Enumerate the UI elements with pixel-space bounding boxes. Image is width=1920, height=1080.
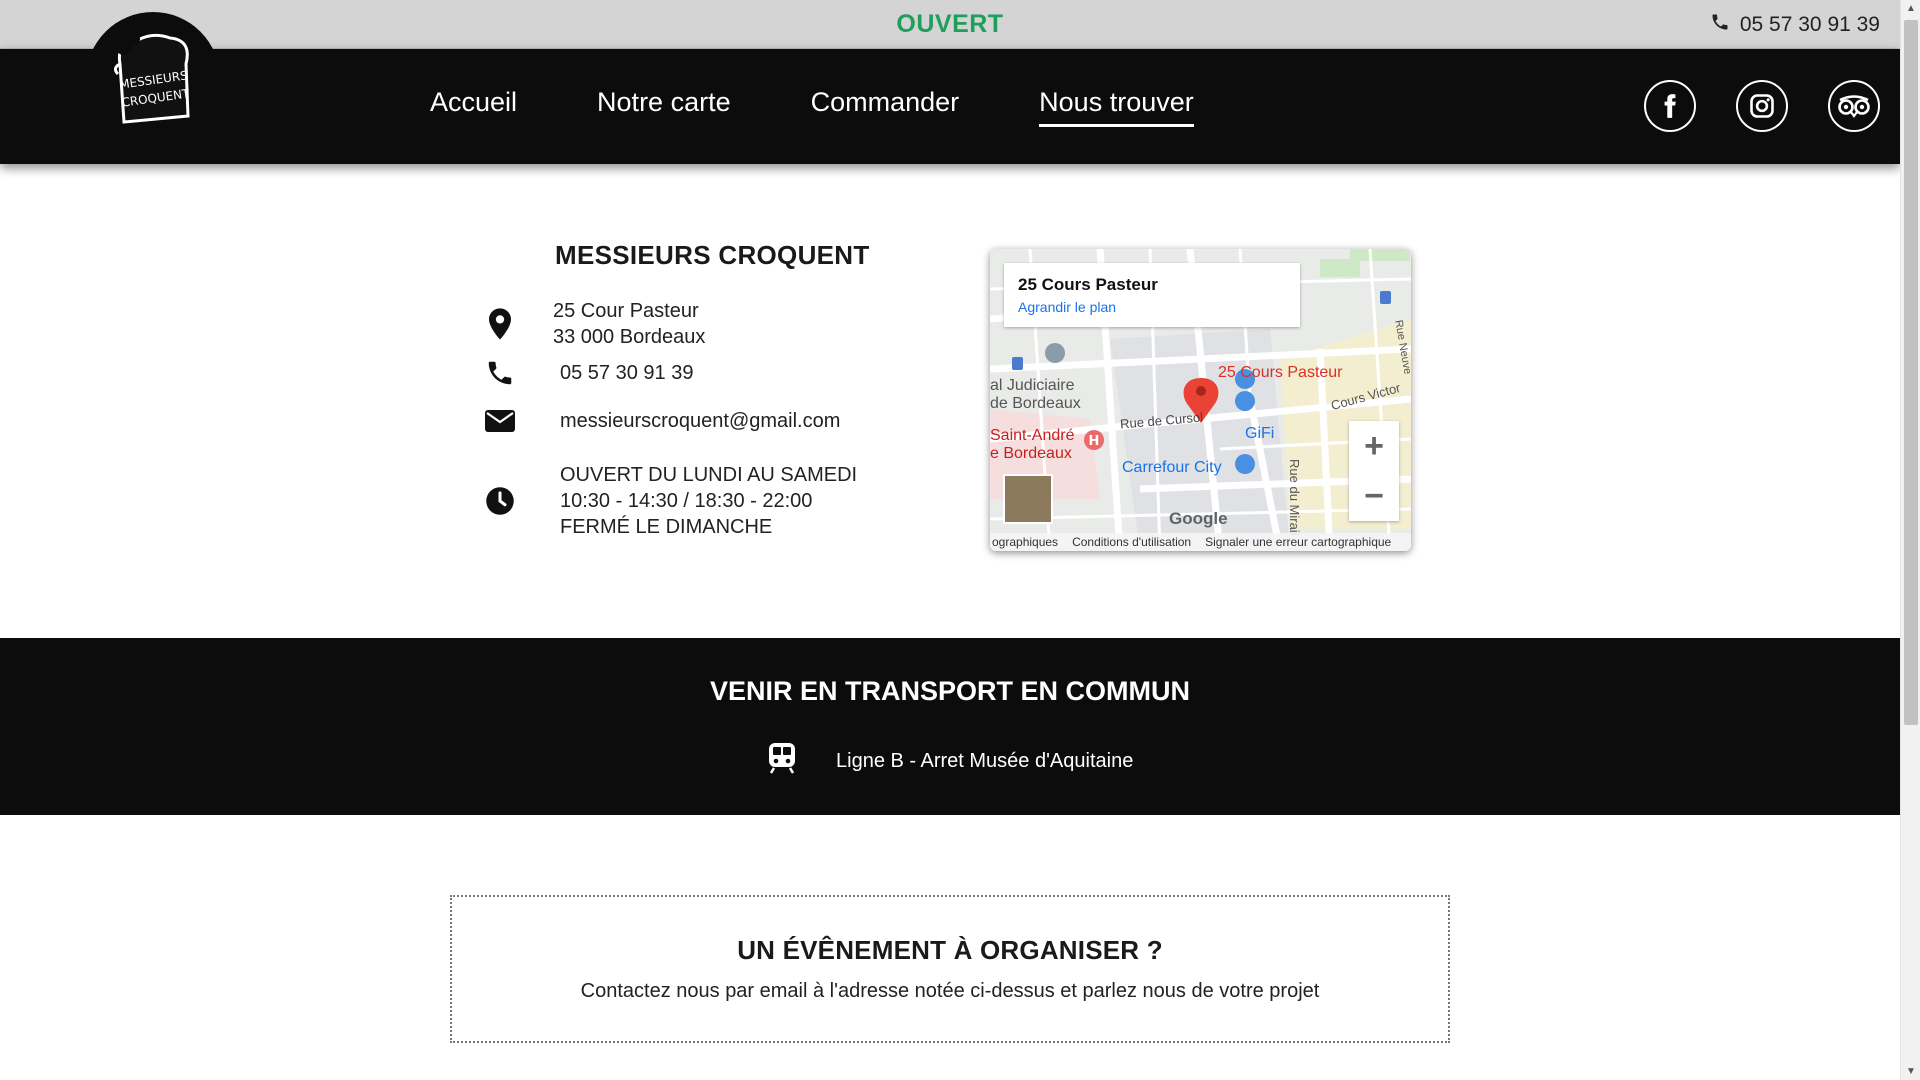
map-label-mirail: Rue du Mirail: [1287, 459, 1302, 536]
svg-text:H: H: [1089, 434, 1100, 449]
nav-accueil[interactable]: Accueil: [430, 87, 517, 127]
map-footer-data[interactable]: ographiques: [992, 535, 1058, 549]
event-text: Contactez nous par email à l'adresse not…: [580, 980, 1320, 1002]
scroll-down-arrow[interactable]: ▼: [1901, 1063, 1920, 1080]
contact-email: messieurscroquent@gmail.com: [560, 410, 841, 432]
tripadvisor-icon: [1838, 95, 1870, 118]
phone-icon: [1710, 12, 1730, 38]
social-links: [1644, 80, 1880, 132]
map-label-gifi: GiFi: [1245, 425, 1275, 442]
map-label-tribunal-1: al Judiciaire: [990, 377, 1075, 394]
bread-logo-icon: MESSIEURS CROQUENT: [113, 32, 191, 124]
hours-row: OUVERT DU LUNDI AU SAMEDI 10:30 - 14:30 …: [480, 462, 857, 540]
contact-phone: 05 57 30 91 39: [560, 362, 694, 384]
facebook-icon: [1664, 94, 1676, 118]
open-status: OUVERT: [896, 10, 1004, 38]
event-heading: UN ÉVÊNEMENT À ORGANISER ?: [737, 935, 1163, 965]
header-phone-number: 05 57 30 91 39: [1739, 13, 1880, 36]
zoom-out-button[interactable]: −: [1349, 471, 1399, 521]
map-place-card: 25 Cours Pasteur Agrandir le plan: [1004, 263, 1300, 327]
map-footer: ographiques Conditions d'utilisation Sig…: [990, 533, 1411, 551]
instagram-icon: [1750, 94, 1774, 118]
transport-heading: VENIR EN TRANSPORT EN COMMUN: [709, 676, 1190, 706]
envelope-icon: [480, 409, 520, 433]
instagram-link[interactable]: [1736, 80, 1788, 132]
top-status-bar: OUVERT 05 57 30 91 39: [0, 0, 1900, 49]
hours-line-3: FERMÉ LE DIMANCHE: [560, 516, 773, 538]
tripadvisor-link[interactable]: [1828, 80, 1880, 132]
scroll-up-arrow[interactable]: ▲: [1901, 0, 1920, 17]
map-label-carrefour: Carrefour City: [1122, 459, 1222, 476]
main-navbar: Accueil Notre carte Commander Nous trouv…: [0, 49, 1900, 164]
event-box: UN ÉVÊNEMENT À ORGANISER ? Contactez nou…: [450, 895, 1450, 1043]
map-label-hospital-1: Saint-André: [990, 427, 1075, 444]
hours-line-1: OUVERT DU LUNDI AU SAMEDI: [560, 464, 858, 486]
nav-commander[interactable]: Commander: [811, 87, 960, 127]
address-line-2: 33 000 Bordeaux: [553, 326, 706, 348]
nav-notre-carte[interactable]: Notre carte: [597, 87, 731, 127]
email-row[interactable]: messieurscroquent@gmail.com: [480, 408, 840, 434]
clock-icon: [480, 486, 520, 516]
tram-icon: [768, 742, 796, 780]
header-phone-link[interactable]: 05 57 30 91 39: [1710, 12, 1880, 38]
enlarge-map-link[interactable]: Agrandir le plan: [1018, 299, 1286, 315]
map-marker-icon: [480, 308, 520, 340]
transport-section: VENIR EN TRANSPORT EN COMMUN Ligne B - A…: [0, 638, 1900, 815]
map-footer-report[interactable]: Signaler une erreur cartographique: [1205, 535, 1391, 549]
main-nav: Accueil Notre carte Commander Nous trouv…: [430, 87, 1194, 127]
page-scrollbar[interactable]: ▲ ▼: [1900, 0, 1920, 1080]
hours-line-2: 10:30 - 14:30 / 18:30 - 22:00: [560, 490, 813, 512]
transport-line-text: Ligne B - Arret Musée d'Aquitaine: [836, 749, 1134, 772]
phone-icon: [480, 358, 520, 388]
map-footer-terms[interactable]: Conditions d'utilisation: [1072, 535, 1191, 549]
google-map[interactable]: H 25 Cours Pasteur Agrandir le plan 25 C…: [990, 249, 1411, 551]
google-logo: Google: [1169, 509, 1228, 528]
map-place-title: 25 Cours Pasteur: [1018, 275, 1158, 294]
shop-name: MESSIEURS CROQUENT: [555, 240, 870, 270]
facebook-link[interactable]: [1644, 80, 1696, 132]
address-line-1: 25 Cour Pasteur: [553, 300, 699, 322]
transport-line: Ligne B - Arret Musée d'Aquitaine: [768, 742, 1133, 780]
nav-nous-trouver[interactable]: Nous trouver: [1039, 87, 1194, 127]
map-label-hospital-2: e Bordeaux: [990, 445, 1072, 462]
map-label-tribunal-2: de Bordeaux: [990, 395, 1081, 412]
map-pin-label: 25 Cours Pasteur: [1218, 364, 1343, 381]
address-row: 25 Cour Pasteur 33 000 Bordeaux: [480, 298, 705, 350]
site-logo[interactable]: MESSIEURS CROQUENT: [86, 12, 220, 146]
scroll-thumb[interactable]: [1904, 20, 1918, 725]
map-zoom-control: + −: [1349, 421, 1399, 521]
phone-row[interactable]: 05 57 30 91 39: [480, 358, 693, 388]
zoom-in-button[interactable]: +: [1349, 421, 1399, 471]
